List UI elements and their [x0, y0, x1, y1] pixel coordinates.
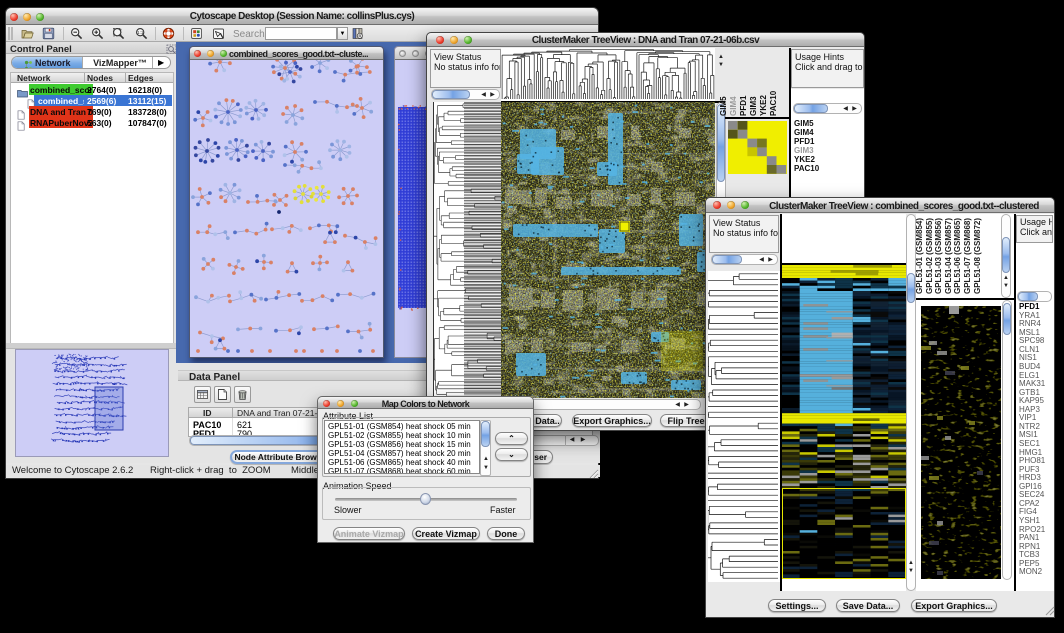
svg-text:B: B — [358, 33, 361, 38]
svg-text:1:1: 1:1 — [137, 30, 144, 35]
